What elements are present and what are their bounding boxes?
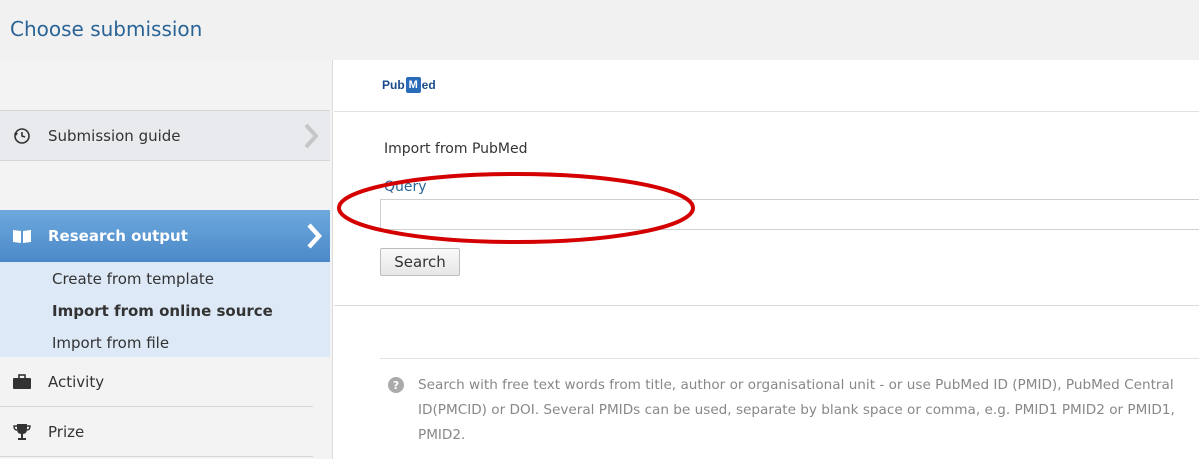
pubmed-logo: Pub M ed (382, 77, 436, 93)
sidebar: Submission guide Research output Create … (0, 60, 333, 459)
sidebar-item-label: Submission guide (48, 126, 181, 145)
history-icon (11, 127, 33, 145)
submenu-import-from-file[interactable]: Import from file (52, 334, 169, 352)
sidebar-item-submission-guide[interactable]: Submission guide (0, 110, 330, 161)
logo-text-pre: Pub (382, 78, 405, 92)
query-input[interactable] (380, 199, 1199, 230)
briefcase-icon (11, 373, 33, 390)
import-form: Import from PubMed Query Search (334, 113, 1199, 306)
book-icon (11, 228, 33, 244)
title-bar: Choose submission (0, 0, 1199, 60)
sidebar-item-label: Research output (48, 227, 188, 245)
source-header: Pub M ed (334, 60, 1199, 112)
trophy-icon (11, 423, 33, 441)
submenu-import-from-online-source[interactable]: Import from online source (52, 302, 273, 320)
research-output-submenu: Create from template Import from online … (0, 262, 330, 357)
logo-text-post: ed (421, 78, 436, 92)
logo-text-m: M (405, 77, 421, 93)
sidebar-item-research-output[interactable]: Research output (0, 210, 330, 262)
help-section: ? Search with free text words from title… (380, 358, 1199, 459)
chevron-right-icon (304, 123, 319, 153)
sidebar-item-label: Activity (48, 372, 105, 391)
sidebar-item-prize[interactable]: Prize (0, 407, 313, 457)
sidebar-item-label: Prize (48, 422, 85, 441)
page-title: Choose submission (10, 17, 203, 41)
sidebar-item-activity[interactable]: Activity (0, 357, 313, 407)
query-label: Query (384, 179, 427, 195)
search-button[interactable]: Search (380, 248, 460, 276)
import-title: Import from PubMed (384, 141, 528, 157)
submenu-create-from-template[interactable]: Create from template (52, 270, 214, 288)
help-icon: ? (388, 377, 404, 393)
help-text: Search with free text words from title, … (418, 377, 1175, 443)
chevron-right-icon (306, 222, 323, 254)
